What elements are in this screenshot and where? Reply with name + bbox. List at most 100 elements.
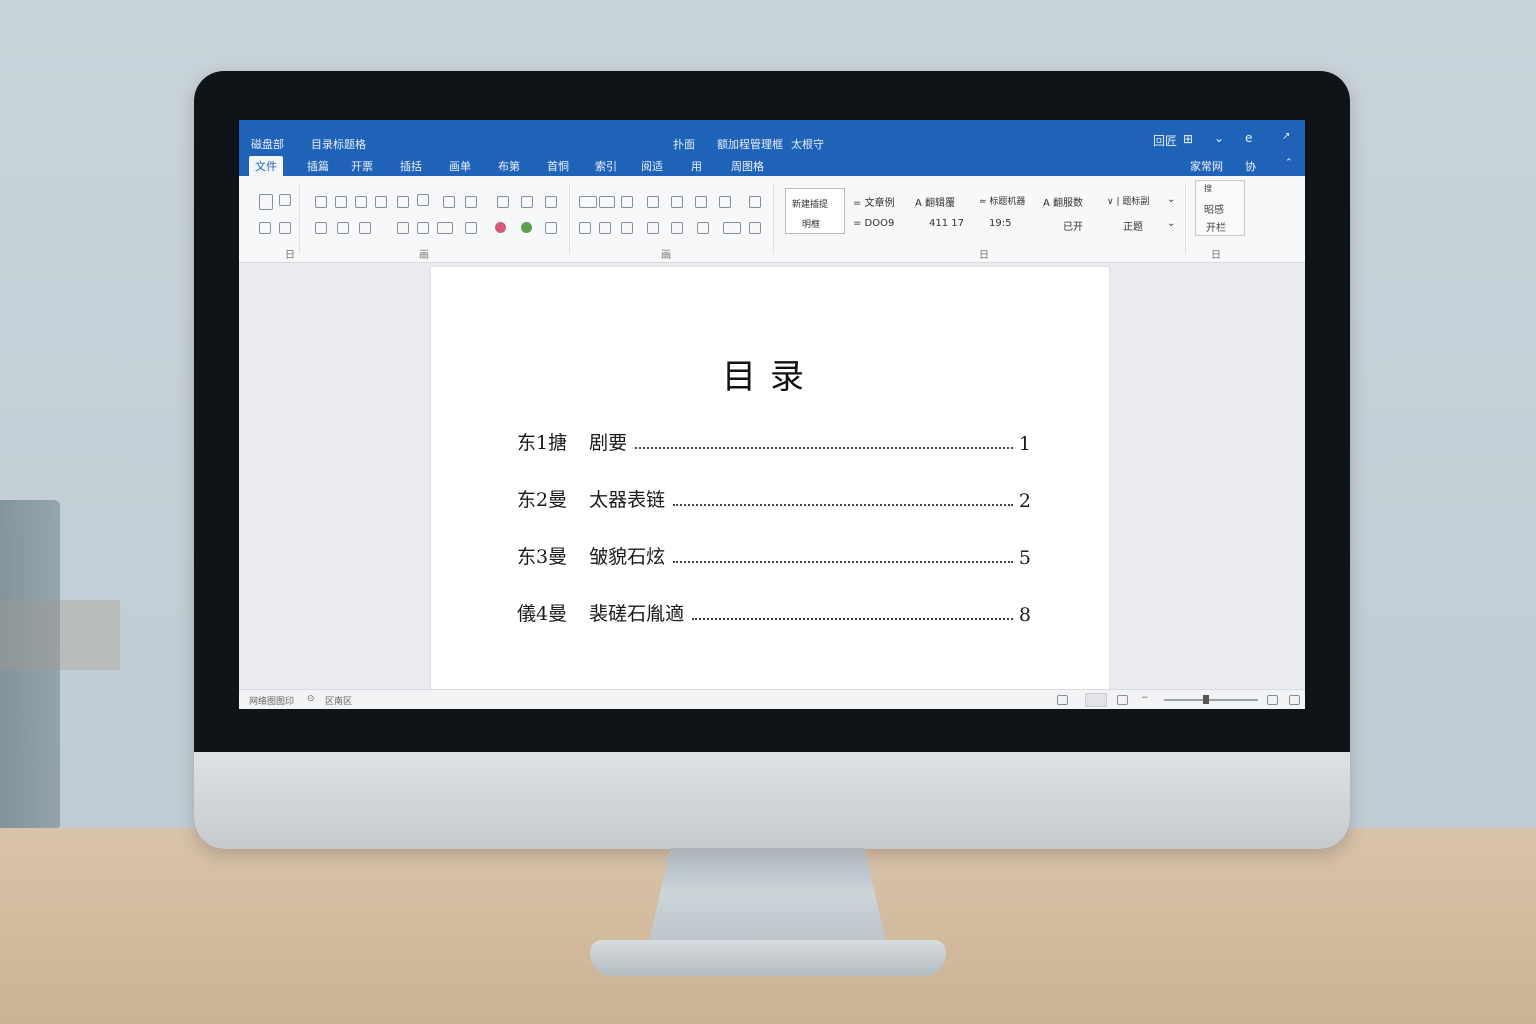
print-layout-icon[interactable]: [1117, 695, 1128, 705]
tab-review[interactable]: 阅适: [641, 158, 663, 174]
change-case-icon[interactable]: [355, 196, 367, 208]
columns-icon[interactable]: [621, 222, 633, 234]
bold-icon[interactable]: [315, 222, 327, 234]
status-separator: ⊙: [307, 694, 315, 704]
tab-home[interactable]: 开票: [351, 158, 373, 174]
distributed-icon[interactable]: [599, 222, 611, 234]
strikethrough-icon[interactable]: [397, 196, 409, 208]
account-icon[interactable]: e: [1245, 131, 1252, 145]
paragraph-settings-icon[interactable]: [749, 222, 761, 234]
zoom-slider[interactable]: [1164, 699, 1258, 701]
font-size-down-icon[interactable]: [335, 196, 347, 208]
increase-indent-icon[interactable]: [671, 196, 683, 208]
quick-access-toolbar[interactable]: 磁盘部: [251, 136, 284, 152]
tab-view[interactable]: 用: [691, 158, 702, 174]
tab-file[interactable]: 文件: [249, 156, 283, 178]
numbering-icon[interactable]: [521, 196, 533, 208]
tab-mailings[interactable]: 索引: [595, 158, 617, 174]
style-gallery-item-4[interactable]: A 翻服数: [1043, 194, 1083, 209]
zoom-slider-thumb[interactable]: [1203, 695, 1209, 704]
window-title-part-2: 额加程管理框: [717, 138, 783, 151]
insert-picture-icon[interactable]: [545, 222, 557, 234]
align-center-icon[interactable]: [599, 196, 615, 208]
color-palette-icon[interactable]: [495, 222, 506, 233]
superscript-icon[interactable]: [443, 196, 455, 208]
text-direction-icon[interactable]: [697, 222, 709, 234]
clear-format-icon[interactable]: [375, 196, 387, 208]
bullets-icon[interactable]: [497, 196, 509, 208]
page-count-status[interactable]: 网络图图印: [249, 694, 294, 707]
toc-leader-dots: [635, 447, 1013, 449]
format-painter-icon[interactable]: [279, 222, 291, 234]
replace-button[interactable]: 昭感: [1204, 201, 1224, 216]
cut-icon[interactable]: [279, 194, 291, 206]
paste-icon[interactable]: [259, 194, 273, 210]
show-marks-icon[interactable]: [719, 196, 731, 208]
style-gallery-item-1[interactable]: = 文章例: [853, 194, 895, 209]
ribbon-collapse-icon[interactable]: ⌃: [1285, 158, 1293, 168]
align-left-icon[interactable]: [579, 196, 597, 208]
style-gallery-item-5[interactable]: ∨ | 题标副: [1107, 194, 1149, 207]
sort-icon[interactable]: [695, 196, 707, 208]
language-status[interactable]: 区南区: [325, 694, 352, 707]
chevron-down-icon[interactable]: ⌄: [1214, 131, 1224, 145]
expand-icon[interactable]: ↗: [1282, 131, 1290, 142]
decrease-indent-icon[interactable]: [647, 196, 659, 208]
text-effects-icon[interactable]: [465, 196, 477, 208]
character-border-icon[interactable]: [465, 222, 477, 234]
find-icon[interactable]: 搜: [1204, 183, 1212, 194]
comments-button[interactable]: 协: [1245, 158, 1256, 174]
document-page[interactable]: 目录 东1搪 剧要 1 东2曼 太器表链 2 东3曼 皱貌石炫 5 儀4曼 裴磋…: [431, 267, 1109, 697]
style-card-sublabel: 明框: [802, 220, 821, 230]
style-gallery-item-3-sub[interactable]: 19:5: [989, 218, 1011, 229]
table-icon[interactable]: [647, 222, 659, 234]
toc-chapter-number: 东2曼: [517, 489, 568, 511]
subscript-icon[interactable]: [417, 194, 429, 206]
editing-panel[interactable]: 搜 昭感 开栏: [1195, 180, 1245, 236]
copy-icon[interactable]: [259, 222, 271, 234]
borders-icon[interactable]: [749, 196, 761, 208]
style-gallery-item-2-sub[interactable]: 411 17: [929, 218, 964, 229]
fit-page-icon[interactable]: [1289, 695, 1300, 705]
tab-insert[interactable]: 插篇: [307, 158, 329, 174]
toc-entry[interactable]: 东3曼 皱貌石炫 5: [517, 543, 1031, 569]
zoom-in-icon[interactable]: [1267, 695, 1278, 705]
multilevel-list-icon[interactable]: [545, 196, 557, 208]
style-gallery-item-4-sub[interactable]: 已开: [1063, 218, 1083, 233]
asian-layout-icon[interactable]: [723, 222, 741, 234]
style-gallery-item-5-sub[interactable]: 正题: [1123, 218, 1143, 233]
style-gallery-item-1-sub[interactable]: = DOO9: [853, 218, 894, 229]
toc-entry[interactable]: 儀4曼 裴磋石胤適 8: [517, 600, 1031, 626]
read-mode-icon[interactable]: [1085, 693, 1107, 707]
document-canvas[interactable]: 目录 东1搪 剧要 1 东2曼 太器表链 2 东3曼 皱貌石炫 5 儀4曼 裴磋…: [239, 263, 1305, 697]
font-color-icon[interactable]: [417, 222, 429, 234]
tab-draw[interactable]: 插括: [400, 158, 422, 174]
tab-design[interactable]: 画单: [449, 158, 471, 174]
font-size-up-icon[interactable]: [315, 196, 327, 208]
tab-layout[interactable]: 布第: [498, 158, 520, 174]
group-label-editing: 日: [1211, 250, 1221, 261]
toc-entry[interactable]: 东1搪 剧要 1: [517, 429, 1031, 455]
zoom-out-icon[interactable]: −: [1141, 693, 1149, 703]
style-gallery-scroll-up-icon[interactable]: ⌄: [1167, 194, 1175, 205]
theme-colors-icon[interactable]: [521, 222, 532, 233]
underline-icon[interactable]: [359, 222, 371, 234]
italic-icon[interactable]: [337, 222, 349, 234]
style-gallery-more-icon[interactable]: ⌄: [1167, 218, 1175, 229]
justify-icon[interactable]: [579, 222, 591, 234]
tab-references[interactable]: 首恫: [547, 158, 569, 174]
highlight-icon[interactable]: [397, 222, 409, 234]
share-button[interactable]: 家常网: [1190, 158, 1223, 174]
style-gallery-normal[interactable]: 新建插提 明框: [785, 188, 845, 234]
display-options-button[interactable]: 回匠: [1153, 132, 1177, 149]
layout-icon[interactable]: ⊞: [1183, 132, 1193, 146]
focus-mode-icon[interactable]: [1057, 695, 1068, 705]
toc-entry[interactable]: 东2曼 太器表链 2: [517, 486, 1031, 512]
select-button[interactable]: 开栏: [1206, 219, 1226, 234]
style-gallery-item-2[interactable]: A 翻辑覆: [915, 194, 955, 209]
shading-icon[interactable]: [671, 222, 683, 234]
tab-help[interactable]: 周图格: [731, 158, 764, 174]
line-spacing-icon[interactable]: [621, 196, 633, 208]
style-gallery-item-3[interactable]: ≈ 标题机器: [979, 194, 1025, 207]
character-shading-icon[interactable]: [437, 222, 453, 234]
